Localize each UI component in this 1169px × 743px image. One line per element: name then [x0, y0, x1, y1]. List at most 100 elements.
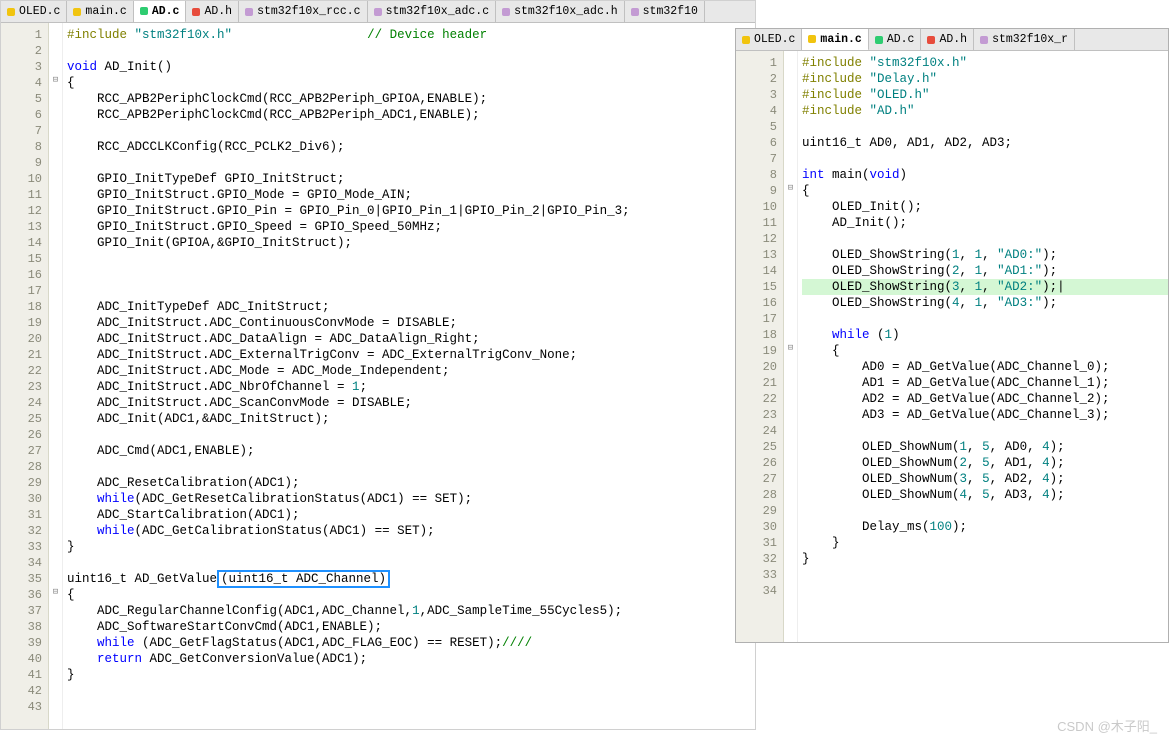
- code-line[interactable]: }: [802, 551, 1168, 567]
- code-line[interactable]: ADC_StartCalibration(ADC1);: [67, 507, 755, 523]
- code-line[interactable]: #include "Delay.h": [802, 71, 1168, 87]
- code-line[interactable]: [67, 267, 755, 283]
- tab-stm32f10x_rcc-c[interactable]: stm32f10x_rcc.c: [239, 1, 368, 22]
- code-line[interactable]: GPIO_InitStruct.GPIO_Pin = GPIO_Pin_0|GP…: [67, 203, 755, 219]
- code-line[interactable]: while(ADC_GetResetCalibrationStatus(ADC1…: [67, 491, 755, 507]
- code-line[interactable]: ADC_InitTypeDef ADC_InitStruct;: [67, 299, 755, 315]
- code-line[interactable]: [67, 699, 755, 715]
- code-line[interactable]: ADC_ResetCalibration(ADC1);: [67, 475, 755, 491]
- code-line[interactable]: AD3 = AD_GetValue(ADC_Channel_3);: [802, 407, 1168, 423]
- code-line[interactable]: return ADC_GetConversionValue(ADC1);: [67, 651, 755, 667]
- code-line[interactable]: while(ADC_GetCalibrationStatus(ADC1) == …: [67, 523, 755, 539]
- code-line[interactable]: void AD_Init(): [67, 59, 755, 75]
- code-line[interactable]: ADC_Cmd(ADC1,ENABLE);: [67, 443, 755, 459]
- code-line[interactable]: uint16_t AD_GetValue(uint16_t ADC_Channe…: [67, 571, 755, 587]
- code-line[interactable]: [67, 251, 755, 267]
- code-line[interactable]: GPIO_InitTypeDef GPIO_InitStruct;: [67, 171, 755, 187]
- code-line[interactable]: ADC_InitStruct.ADC_ExternalTrigConv = AD…: [67, 347, 755, 363]
- code-line[interactable]: ADC_Init(ADC1,&ADC_InitStruct);: [67, 411, 755, 427]
- fold-marker: [49, 187, 62, 203]
- tab-AD-c[interactable]: AD.c: [869, 29, 922, 50]
- code-line[interactable]: [802, 503, 1168, 519]
- code-line[interactable]: #include "stm32f10x.h" // Device header: [67, 27, 755, 43]
- code-line[interactable]: [67, 427, 755, 443]
- code-line[interactable]: RCC_APB2PeriphClockCmd(RCC_APB2Periph_AD…: [67, 107, 755, 123]
- code-line[interactable]: #include "stm32f10x.h": [802, 55, 1168, 71]
- code-line[interactable]: AD0 = AD_GetValue(ADC_Channel_0);: [802, 359, 1168, 375]
- code-line[interactable]: AD1 = AD_GetValue(ADC_Channel_1);: [802, 375, 1168, 391]
- code-line[interactable]: GPIO_InitStruct.GPIO_Mode = GPIO_Mode_AI…: [67, 187, 755, 203]
- code-line[interactable]: {: [67, 75, 755, 91]
- tab-stm32f10x_r[interactable]: stm32f10x_r: [974, 29, 1075, 50]
- code-line[interactable]: ADC_SoftwareStartConvCmd(ADC1,ENABLE);: [67, 619, 755, 635]
- code-line[interactable]: AD_Init();: [802, 215, 1168, 231]
- code-line[interactable]: [802, 119, 1168, 135]
- code-line[interactable]: OLED_ShowString(3, 1, "AD2:");|: [802, 279, 1168, 295]
- code-line[interactable]: ADC_InitStruct.ADC_Mode = ADC_Mode_Indep…: [67, 363, 755, 379]
- code-line[interactable]: [67, 459, 755, 475]
- tab-AD-h[interactable]: AD.h: [921, 29, 974, 50]
- code-line[interactable]: [67, 283, 755, 299]
- tab-AD-c[interactable]: AD.c: [134, 1, 187, 23]
- code-line[interactable]: [67, 683, 755, 699]
- code-line[interactable]: OLED_ShowNum(2, 5, AD1, 4);: [802, 455, 1168, 471]
- code-line[interactable]: [802, 151, 1168, 167]
- code-line[interactable]: RCC_APB2PeriphClockCmd(RCC_APB2Periph_GP…: [67, 91, 755, 107]
- code-line[interactable]: GPIO_InitStruct.GPIO_Speed = GPIO_Speed_…: [67, 219, 755, 235]
- code-line[interactable]: ADC_InitStruct.ADC_DataAlign = ADC_DataA…: [67, 331, 755, 347]
- code-line[interactable]: [67, 555, 755, 571]
- fold-marker[interactable]: ⊟: [784, 183, 797, 199]
- code-line[interactable]: }: [802, 535, 1168, 551]
- code-left[interactable]: #include "stm32f10x.h" // Device header v…: [63, 23, 755, 729]
- code-line[interactable]: [802, 423, 1168, 439]
- code-line[interactable]: OLED_Init();: [802, 199, 1168, 215]
- code-line[interactable]: [802, 231, 1168, 247]
- code-line[interactable]: {: [802, 343, 1168, 359]
- code-line[interactable]: OLED_ShowString(1, 1, "AD0:");: [802, 247, 1168, 263]
- code-line[interactable]: OLED_ShowNum(4, 5, AD3, 4);: [802, 487, 1168, 503]
- code-line[interactable]: ADC_RegularChannelConfig(ADC1,ADC_Channe…: [67, 603, 755, 619]
- code-line[interactable]: [802, 583, 1168, 599]
- code-line[interactable]: OLED_ShowString(4, 1, "AD3:");: [802, 295, 1168, 311]
- code-right[interactable]: #include "stm32f10x.h"#include "Delay.h"…: [798, 51, 1168, 642]
- code-line[interactable]: {: [802, 183, 1168, 199]
- code-line[interactable]: [67, 43, 755, 59]
- fold-marker[interactable]: ⊟: [784, 343, 797, 359]
- code-line[interactable]: Delay_ms(100);: [802, 519, 1168, 535]
- tab-OLED-c[interactable]: OLED.c: [736, 29, 802, 50]
- code-line[interactable]: ADC_InitStruct.ADC_ScanConvMode = DISABL…: [67, 395, 755, 411]
- code-line[interactable]: OLED_ShowNum(3, 5, AD2, 4);: [802, 471, 1168, 487]
- code-line[interactable]: [802, 567, 1168, 583]
- line-number: 19: [1, 315, 42, 331]
- code-line[interactable]: [802, 311, 1168, 327]
- code-line[interactable]: {: [67, 587, 755, 603]
- code-line[interactable]: ADC_InitStruct.ADC_NbrOfChannel = 1;: [67, 379, 755, 395]
- code-line[interactable]: GPIO_Init(GPIOA,&GPIO_InitStruct);: [67, 235, 755, 251]
- code-line[interactable]: [67, 123, 755, 139]
- tab-main-c[interactable]: main.c: [802, 29, 868, 51]
- tab-main-c[interactable]: main.c: [67, 1, 133, 22]
- code-line[interactable]: }: [67, 667, 755, 683]
- code-line[interactable]: OLED_ShowNum(1, 5, AD0, 4);: [802, 439, 1168, 455]
- code-line[interactable]: [67, 155, 755, 171]
- code-line[interactable]: while (1): [802, 327, 1168, 343]
- tab-OLED-c[interactable]: OLED.c: [1, 1, 67, 22]
- file-icon: [742, 36, 750, 44]
- tab-stm32f10x_adc-h[interactable]: stm32f10x_adc.h: [496, 1, 625, 22]
- code-line[interactable]: RCC_ADCCLKConfig(RCC_PCLK2_Div6);: [67, 139, 755, 155]
- fold-marker[interactable]: ⊟: [49, 587, 62, 603]
- code-line[interactable]: #include "AD.h": [802, 103, 1168, 119]
- code-line[interactable]: int main(void): [802, 167, 1168, 183]
- code-line[interactable]: #include "OLED.h": [802, 87, 1168, 103]
- code-line[interactable]: AD2 = AD_GetValue(ADC_Channel_2);: [802, 391, 1168, 407]
- code-line[interactable]: uint16_t AD0, AD1, AD2, AD3;: [802, 135, 1168, 151]
- tab-stm32f10x_adc-c[interactable]: stm32f10x_adc.c: [368, 1, 497, 22]
- line-number: 29: [736, 503, 777, 519]
- tab-AD-h[interactable]: AD.h: [186, 1, 239, 22]
- code-line[interactable]: OLED_ShowString(2, 1, "AD1:");: [802, 263, 1168, 279]
- fold-marker[interactable]: ⊟: [49, 75, 62, 91]
- code-line[interactable]: }: [67, 539, 755, 555]
- code-line[interactable]: while (ADC_GetFlagStatus(ADC1,ADC_FLAG_E…: [67, 635, 755, 651]
- code-line[interactable]: ADC_InitStruct.ADC_ContinuousConvMode = …: [67, 315, 755, 331]
- tab-stm32f10[interactable]: stm32f10: [625, 1, 705, 22]
